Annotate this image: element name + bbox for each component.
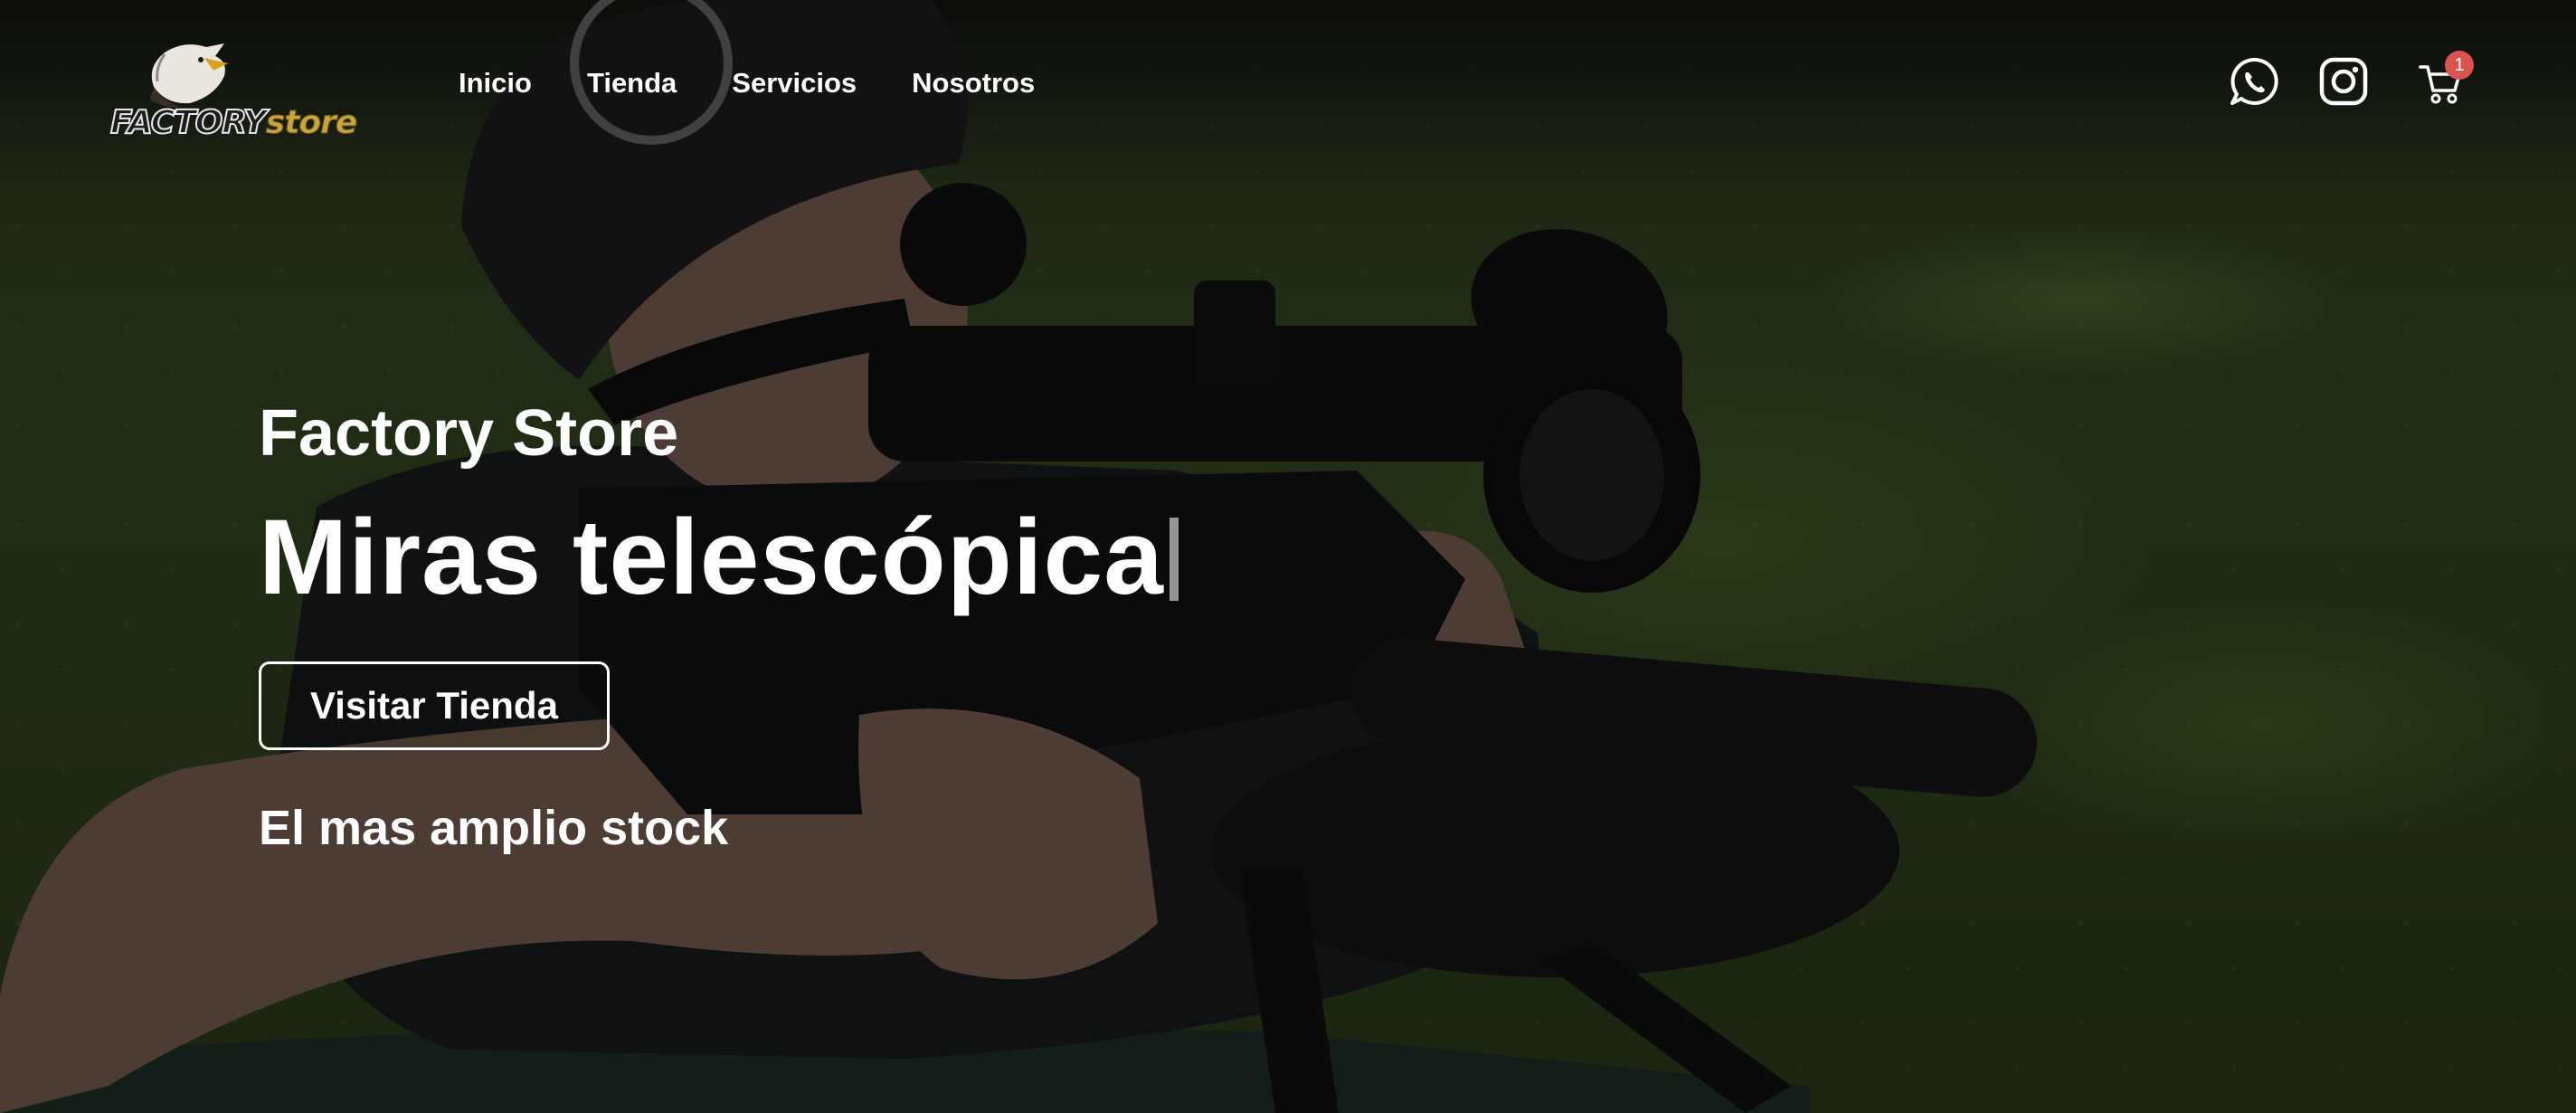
nav-item-tienda[interactable]: Tienda bbox=[587, 67, 677, 100]
logo-wordmark: FACTORYstore bbox=[109, 103, 358, 142]
instagram-icon[interactable] bbox=[2318, 56, 2369, 107]
logo[interactable]: FACTORYstore bbox=[109, 40, 360, 142]
whatsapp-icon[interactable] bbox=[2229, 56, 2279, 107]
typing-caret bbox=[1169, 518, 1179, 601]
main-nav: Inicio Tienda Servicios Nosotros bbox=[459, 67, 1090, 100]
hero-section: FACTORYstore Inicio Tienda Servicios Nos… bbox=[0, 0, 2576, 1113]
site-header: FACTORYstore Inicio Tienda Servicios Nos… bbox=[0, 0, 2576, 172]
visit-store-button[interactable]: Visitar Tienda bbox=[259, 661, 610, 750]
nav-item-nosotros[interactable]: Nosotros bbox=[912, 67, 1035, 100]
logo-word-factory: FACTORY bbox=[109, 103, 268, 142]
logo-word-store: store bbox=[265, 104, 358, 142]
eagle-icon bbox=[150, 43, 228, 108]
hero-subtitle: Factory Store bbox=[259, 397, 679, 470]
nav-item-inicio[interactable]: Inicio bbox=[459, 67, 532, 100]
hero-title-text: Miras telescópica bbox=[259, 498, 1164, 617]
hero-tagline: El mas amplio stock bbox=[259, 801, 729, 855]
hero-title: Miras telescópica bbox=[259, 496, 1179, 619]
cart-count-badge: 1 bbox=[2445, 51, 2474, 80]
nav-item-servicios[interactable]: Servicios bbox=[732, 67, 857, 100]
